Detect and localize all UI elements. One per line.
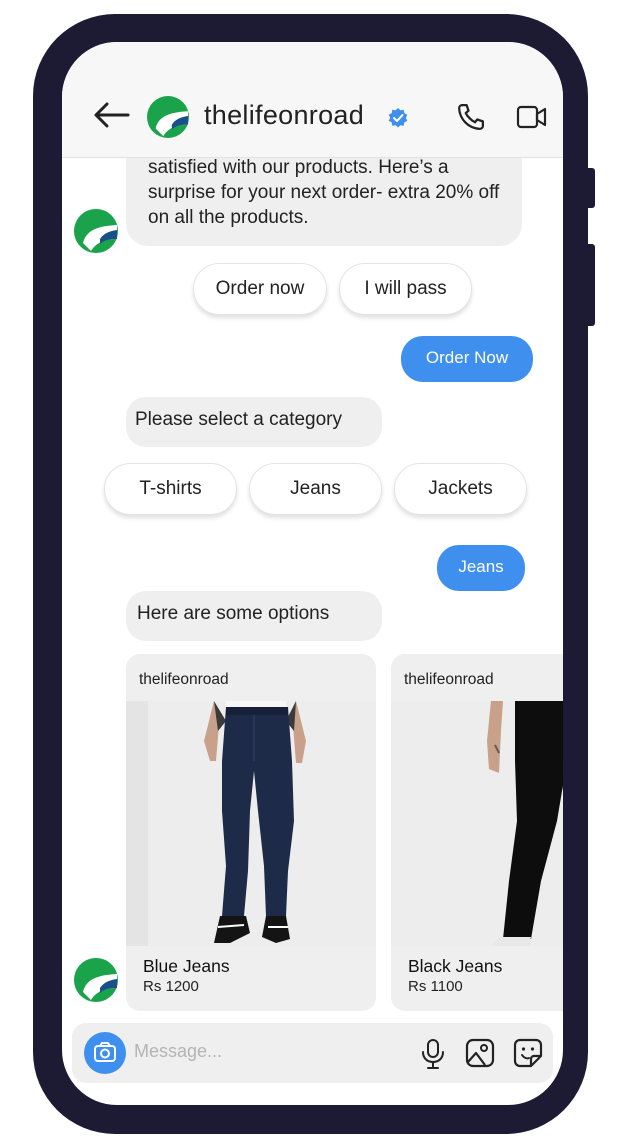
message-input[interactable] (134, 1041, 334, 1062)
message-bubble-incoming: Here are some options (126, 591, 382, 641)
product-card[interactable]: thelifeonroad Black Jeans Rs 1100 (391, 654, 563, 1011)
product-card[interactable]: thelifeonroad Blue Jeans Rs 1200 (126, 654, 376, 1011)
chat-screen: thelifeonroad satisfied with our product… (62, 42, 563, 1105)
phone-side-button-bottom (586, 244, 595, 326)
product-name: Black Jeans (408, 956, 503, 976)
product-image-blue-jeans (126, 701, 376, 946)
verified-badge-icon (388, 108, 408, 128)
category-chip-tshirts[interactable]: T-shirts (104, 463, 237, 515)
product-brand: thelifeonroad (139, 671, 229, 688)
message-bubble-incoming: Please select a category (126, 397, 382, 447)
quick-reply-i-will-pass[interactable]: I will pass (339, 263, 472, 315)
message-bubble-outgoing: Order Now (401, 336, 533, 382)
message-bubble-outgoing: Jeans (437, 545, 525, 591)
camera-button[interactable] (84, 1032, 126, 1074)
bot-avatar-icon (74, 209, 118, 253)
gallery-icon[interactable] (465, 1038, 495, 1068)
video-icon[interactable] (516, 104, 548, 130)
product-brand: thelifeonroad (404, 671, 494, 688)
product-name: Blue Jeans (143, 956, 230, 976)
camera-icon (94, 1042, 116, 1062)
product-image-black-jeans (391, 701, 563, 946)
sticker-icon[interactable] (513, 1038, 543, 1068)
chat-header: thelifeonroad (62, 42, 563, 158)
quick-reply-order-now[interactable]: Order now (193, 263, 327, 315)
category-chip-jeans[interactable]: Jeans (249, 463, 382, 515)
category-chip-jackets[interactable]: Jackets (394, 463, 527, 515)
product-price: Rs 1100 (408, 978, 463, 995)
back-arrow-icon[interactable] (92, 100, 130, 130)
microphone-icon[interactable] (419, 1038, 447, 1070)
chat-title[interactable]: thelifeonroad (204, 100, 364, 131)
message-text: satisfied with our products. Here’s a su… (148, 157, 500, 228)
brand-logo-icon[interactable] (147, 96, 189, 138)
product-price: Rs 1200 (143, 978, 199, 995)
bot-avatar-icon (74, 958, 118, 1002)
phone-icon[interactable] (456, 102, 486, 132)
phone-side-button-top (586, 168, 595, 208)
message-composer (72, 1023, 553, 1083)
